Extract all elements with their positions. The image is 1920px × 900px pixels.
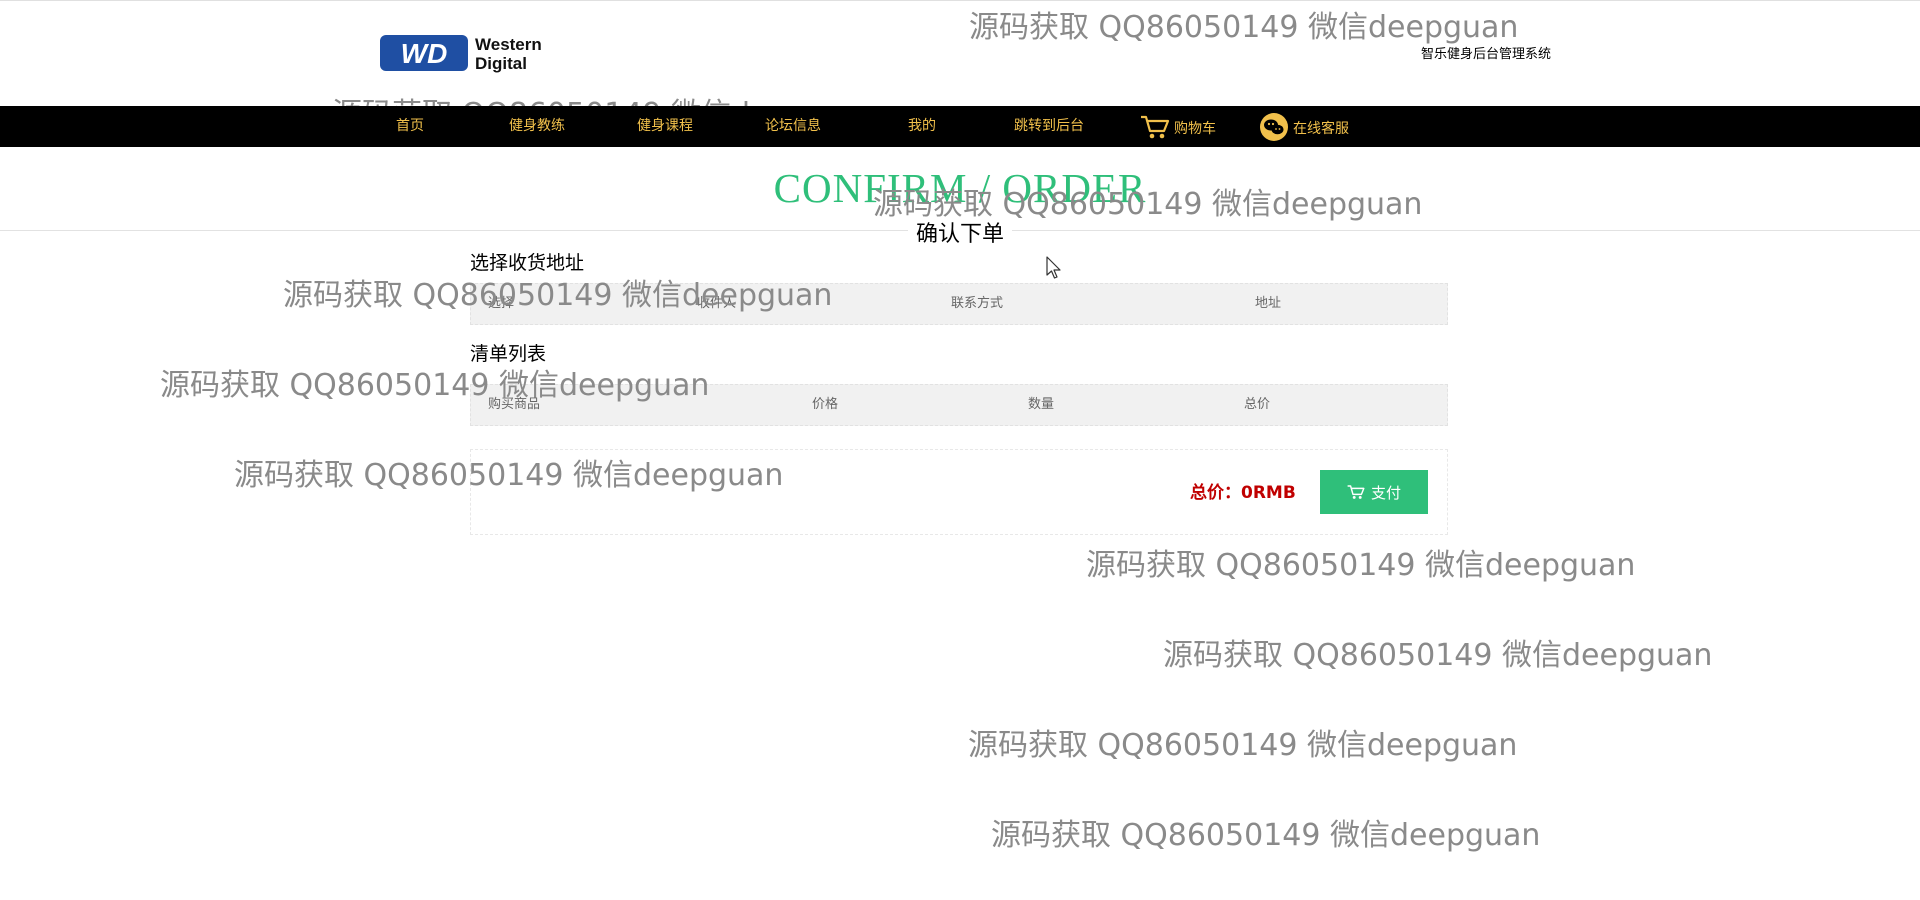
address-table-header: 选择 收件人 联系方式 地址 xyxy=(470,283,1448,325)
address-col-select: 选择 xyxy=(488,296,515,311)
wechat-icon xyxy=(1260,112,1288,141)
order-col-price: 价格 xyxy=(812,397,839,412)
page-subtitle: 确认下单 xyxy=(907,216,1012,248)
order-table-header: 购买商品 价格 数量 总价 xyxy=(470,384,1448,426)
nav-cart-label: 购物车 xyxy=(1174,121,1216,137)
order-list-section-label: 清单列表 xyxy=(470,343,547,365)
main-navbar: 首页 健身教练 健身课程 论坛信息 我的 跳转到后台 购物车 在线客服 xyxy=(0,106,1920,147)
order-col-quantity: 数量 xyxy=(1028,397,1055,412)
nav-courses[interactable]: 健身课程 xyxy=(637,106,693,147)
total-price: 总价：0RMB xyxy=(1190,483,1296,503)
svg-text:Digital: Digital xyxy=(475,54,527,73)
nav-forum[interactable]: 论坛信息 xyxy=(765,106,821,147)
nav-customer-service[interactable]: 在线客服 xyxy=(1259,106,1349,147)
svg-text:WD: WD xyxy=(401,38,448,69)
watermark-text: 源码获取 QQ86050149 微信deepguan xyxy=(968,728,1518,763)
order-summary-box xyxy=(470,449,1448,535)
nav-customer-service-label: 在线客服 xyxy=(1293,121,1349,137)
address-section-label: 选择收货地址 xyxy=(470,252,585,274)
page-title: CONFIRM / ORDER xyxy=(773,165,1147,211)
cart-icon xyxy=(1141,115,1170,138)
nav-cart[interactable]: 购物车 xyxy=(1140,106,1216,147)
svg-text:Western: Western xyxy=(475,35,542,54)
pay-button-label: 支付 xyxy=(1370,483,1401,502)
address-col-contact: 联系方式 xyxy=(951,296,1004,311)
address-col-recipient: 收件人 xyxy=(697,296,737,311)
cart-icon xyxy=(1347,485,1365,499)
nav-coaches[interactable]: 健身教练 xyxy=(509,106,565,147)
nav-home[interactable]: 首页 xyxy=(396,106,424,147)
nav-mine[interactable]: 我的 xyxy=(908,106,936,147)
pay-button[interactable]: 支付 xyxy=(1320,470,1428,514)
system-title-link[interactable]: 智乐健身后台管理系统 xyxy=(1421,43,1551,62)
header: WD Western Digital 智乐健身后台管理系统 xyxy=(0,0,1920,106)
watermark-text: 源码获取 QQ86050149 微信deepguan xyxy=(1163,638,1713,673)
address-col-address: 地址 xyxy=(1255,296,1282,311)
order-col-total: 总价 xyxy=(1244,397,1271,412)
watermark-text: 源码获取 QQ86050149 微信deepguan xyxy=(1086,548,1636,583)
nav-admin[interactable]: 跳转到后台 xyxy=(1014,106,1084,147)
watermark-text: 源码获取 QQ86050149 微信deepguan xyxy=(991,818,1541,853)
order-col-product: 购买商品 xyxy=(488,397,541,412)
mouse-cursor-icon xyxy=(1046,256,1061,279)
western-digital-logo[interactable]: WD Western Digital xyxy=(380,33,570,73)
page-subtitle-wrap: 确认下单 xyxy=(0,216,1920,248)
